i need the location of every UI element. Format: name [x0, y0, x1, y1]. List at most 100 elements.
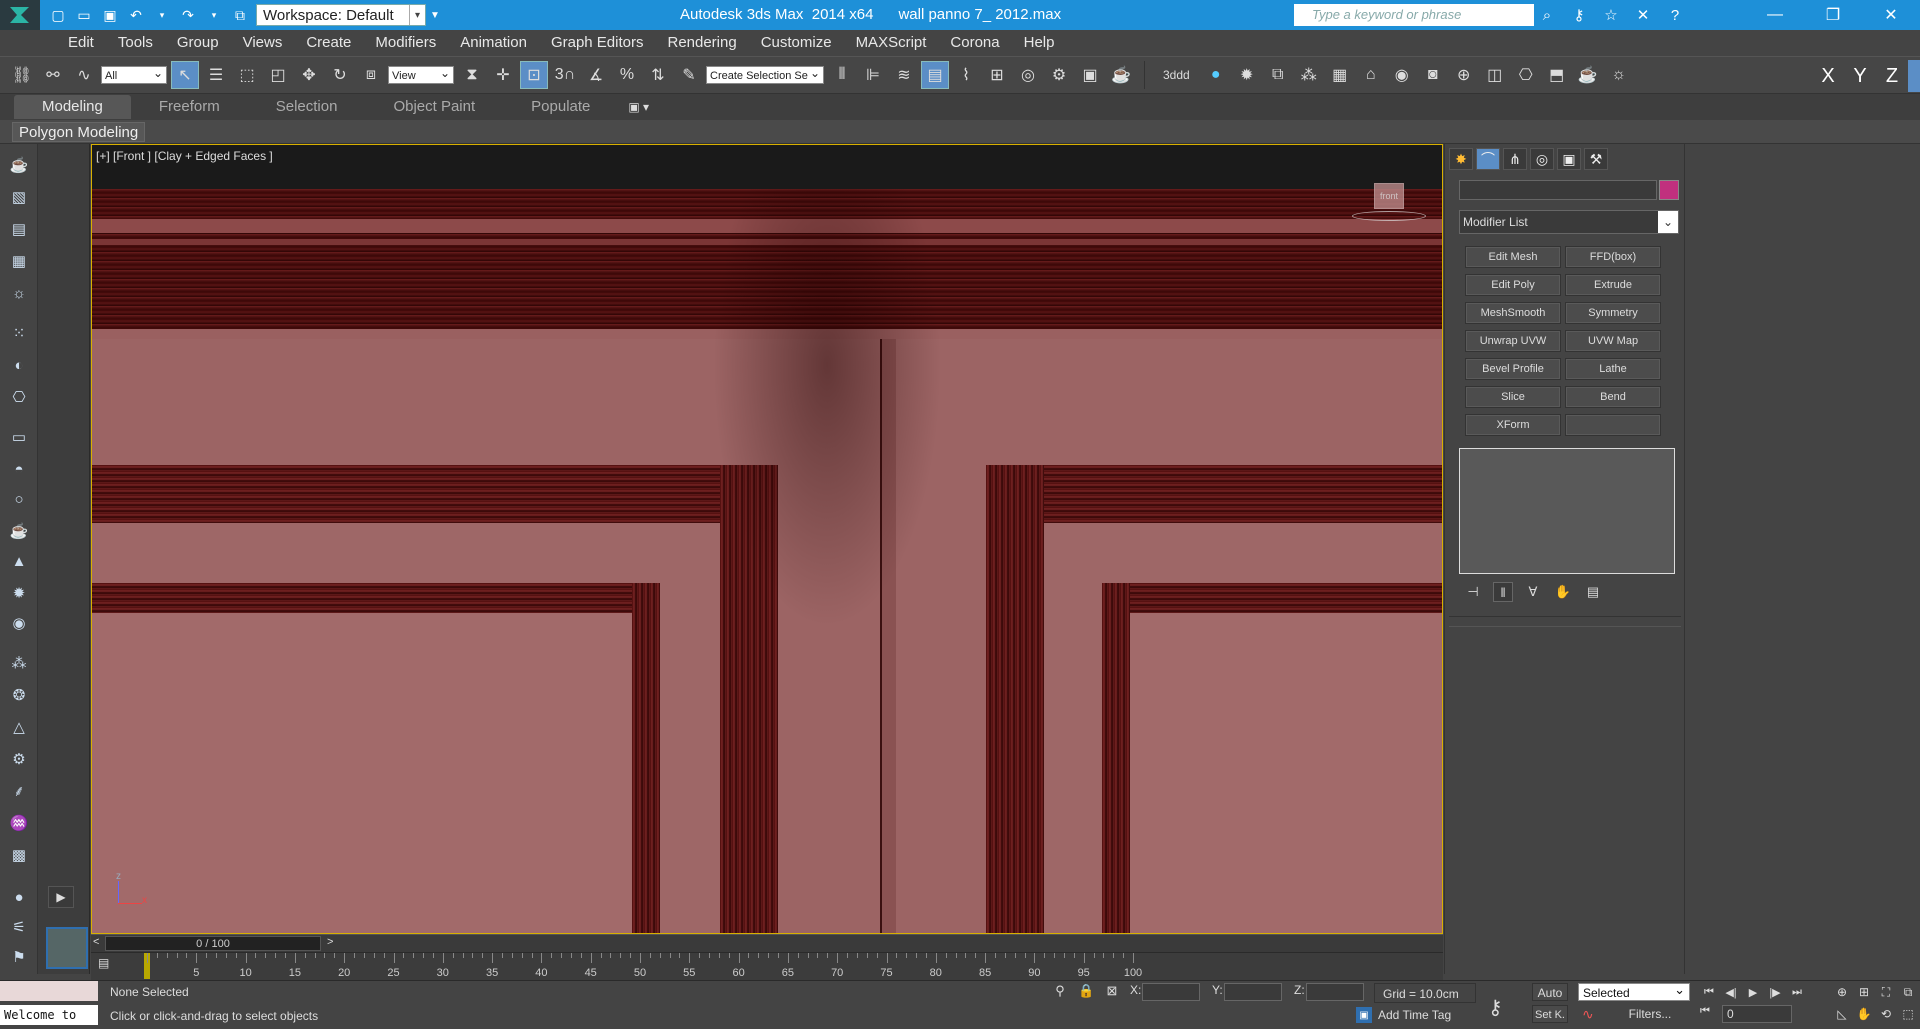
next-key-icon[interactable]: |▶: [1766, 983, 1784, 1001]
material-editor-icon[interactable]: ◎: [1014, 61, 1042, 89]
pivot-icon[interactable]: ⧗: [458, 61, 486, 89]
menu-help[interactable]: Help: [1012, 30, 1067, 56]
ribbon-toggle-icon[interactable]: ▤: [921, 61, 949, 89]
modifier-button[interactable]: Edit Poly: [1465, 274, 1561, 296]
auto-key-button[interactable]: Auto: [1532, 983, 1568, 1001]
utilities-tab-icon[interactable]: ⚒: [1584, 148, 1608, 170]
goto-start-icon[interactable]: ⏮: [1700, 983, 1718, 1001]
viewcube-ring[interactable]: [1352, 211, 1426, 221]
modifier-button[interactable]: Bend: [1565, 386, 1661, 408]
3ddd-label[interactable]: 3ddd: [1151, 68, 1202, 82]
tab-modeling[interactable]: Modeling: [14, 95, 131, 119]
field-of-view-icon[interactable]: ◺: [1832, 1005, 1852, 1023]
move-icon[interactable]: ✥: [295, 61, 323, 89]
select-object-icon[interactable]: ↖: [171, 61, 199, 89]
binoculars-icon[interactable]: ⌕: [1536, 4, 1558, 26]
layer-icon[interactable]: ▦: [6, 250, 32, 272]
axis-z-button[interactable]: Z: [1876, 60, 1908, 92]
gear-icon[interactable]: ⚙: [6, 748, 32, 770]
time-slider[interactable]: < 0 / 100 >: [91, 934, 1443, 952]
modify-tab-icon[interactable]: ⌒: [1476, 148, 1500, 170]
modifier-button[interactable]: Bevel Profile: [1465, 358, 1561, 380]
grass-icon[interactable]: ⸙: [6, 780, 32, 802]
tag-icon[interactable]: ⌂: [1357, 61, 1385, 89]
pan-icon[interactable]: ✋: [1854, 1005, 1874, 1023]
percent-snap-icon[interactable]: %: [613, 61, 641, 89]
named-selection-dropdown[interactable]: Create Selection Se: [706, 64, 824, 84]
maxscript-listener-output[interactable]: [0, 981, 98, 1001]
project-folder-icon[interactable]: ⧉: [230, 5, 250, 25]
new-icon[interactable]: ▢: [48, 5, 68, 25]
maxscript-listener-input[interactable]: Welcome to: [0, 1005, 98, 1025]
set-key-icon[interactable]: ⚷: [1488, 995, 1503, 1020]
rendered-frame-window-icon[interactable]: ▣: [1076, 61, 1104, 89]
ribbon-options-icon[interactable]: ▣ ▾: [628, 100, 649, 114]
script-icon[interactable]: ⚟: [6, 916, 32, 938]
spacing-icon[interactable]: ◐: [6, 354, 32, 376]
maximize-icon[interactable]: ❐: [1804, 0, 1862, 30]
polygon-modeling-panel[interactable]: Polygon Modeling: [12, 122, 146, 142]
key-filter-dropdown[interactable]: Selected: [1578, 981, 1690, 1001]
maximize-viewport-icon[interactable]: ⬚: [1898, 1005, 1918, 1023]
create-tab-icon[interactable]: ✸: [1449, 148, 1473, 170]
undo-dropdown-icon[interactable]: ▾: [152, 5, 172, 25]
key-filters-button[interactable]: Filters...: [1610, 1005, 1690, 1023]
sphere-icon[interactable]: ○: [6, 488, 32, 510]
flag-icon[interactable]: ⚑: [6, 946, 32, 968]
hair-icon[interactable]: ♒: [6, 812, 32, 834]
scatter-create-icon[interactable]: ⁂: [6, 652, 32, 674]
light-icon[interactable]: ●: [1202, 61, 1230, 89]
add-time-tag[interactable]: ▣ Add Time Tag: [1356, 1007, 1451, 1023]
sphere-material-icon[interactable]: ●: [6, 886, 32, 908]
cycle-icon[interactable]: ◉: [1388, 61, 1416, 89]
scale-icon[interactable]: ⧈: [357, 61, 385, 89]
select-by-name-icon[interactable]: ☰: [202, 61, 230, 89]
time-slider-thumb[interactable]: 0 / 100: [105, 936, 321, 951]
sun-icon[interactable]: ✹: [1233, 61, 1261, 89]
disc-icon[interactable]: ◉: [6, 612, 32, 634]
spinner-snap-icon[interactable]: ⇅: [644, 61, 672, 89]
render-production-icon[interactable]: ☕: [1107, 61, 1135, 89]
cone-icon[interactable]: ▲: [6, 550, 32, 572]
keyboard-shortcut-override-icon[interactable]: ⊡: [520, 61, 548, 89]
camera-icon[interactable]: ⎔: [1512, 61, 1540, 89]
close-icon[interactable]: ✕: [1862, 0, 1920, 30]
remove-modifier-icon[interactable]: ✋: [1553, 582, 1573, 602]
region-icon[interactable]: ⊕: [1450, 61, 1478, 89]
object-name-field[interactable]: [1459, 180, 1657, 200]
edit-named-selection-icon[interactable]: ✎: [675, 61, 703, 89]
curve-icon[interactable]: ∿: [1582, 1005, 1604, 1023]
tab-populate[interactable]: Populate: [503, 95, 618, 119]
menu-create[interactable]: Create: [294, 30, 363, 56]
hierarchy-tab-icon[interactable]: ⋔: [1503, 148, 1527, 170]
expand-play-icon[interactable]: ▶: [48, 886, 74, 908]
modifier-button[interactable]: Extrude: [1565, 274, 1661, 296]
redo-icon[interactable]: ↷: [178, 5, 198, 25]
x-coord-field[interactable]: [1142, 983, 1200, 1001]
ref-coord-dropdown[interactable]: View: [388, 64, 454, 84]
modifier-button[interactable]: Edit Mesh: [1465, 246, 1561, 268]
menu-rendering[interactable]: Rendering: [655, 30, 748, 56]
lock-icon[interactable]: 🔒: [1078, 983, 1094, 999]
sun-create-icon[interactable]: ✹: [6, 582, 32, 604]
absolute-mode-icon[interactable]: ⊠: [1104, 983, 1120, 999]
motion-tab-icon[interactable]: ◎: [1530, 148, 1554, 170]
rotate-icon[interactable]: ↻: [326, 61, 354, 89]
snaps-toggle-icon[interactable]: 3 ∩: [551, 61, 579, 89]
plane-icon[interactable]: ▭: [6, 426, 32, 448]
object-color-swatch[interactable]: [1659, 180, 1679, 200]
modifier-button-empty[interactable]: [1565, 414, 1661, 436]
select-manipulate-icon[interactable]: ✛: [489, 61, 517, 89]
angle-snap-icon[interactable]: ∡: [582, 61, 610, 89]
track-bar[interactable]: 5 10 15 20 25 30 35 40 45 50 55 60 65 70 75 80 85 90 95 100: [91, 952, 1443, 980]
curve-editor-icon[interactable]: ⌇: [952, 61, 980, 89]
goto-end-icon[interactable]: ⏭: [1788, 983, 1806, 1001]
play-icon[interactable]: ▶: [1744, 983, 1762, 1001]
teapot-icon[interactable]: ☕: [1574, 61, 1602, 89]
modifier-button[interactable]: Lathe: [1565, 358, 1661, 380]
modifier-button[interactable]: Slice: [1465, 386, 1561, 408]
mirror-icon[interactable]: ⫴: [828, 61, 856, 89]
light-create-icon[interactable]: ☼: [6, 282, 32, 304]
modifier-stack[interactable]: [1459, 448, 1675, 574]
menu-group[interactable]: Group: [165, 30, 231, 56]
